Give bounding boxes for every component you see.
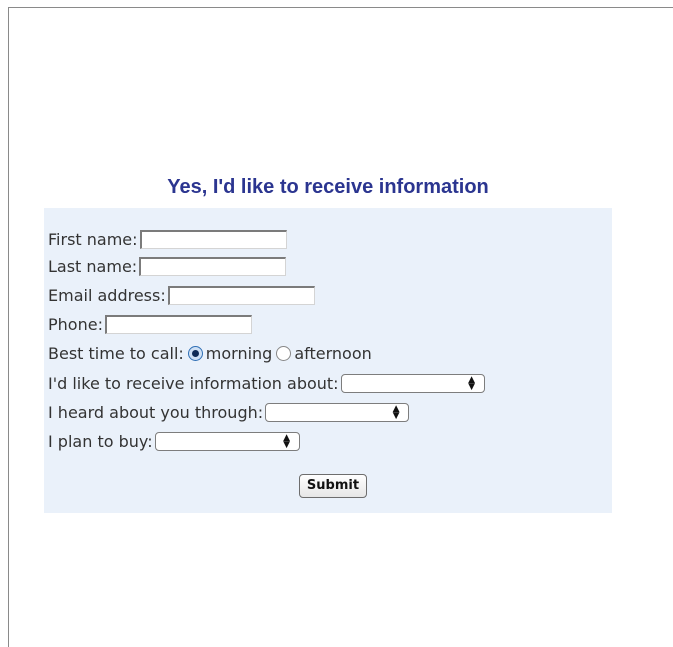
last-name-row: Last name:: [48, 255, 287, 277]
form-heading: Yes, I'd like to receive information: [167, 176, 489, 198]
info-about-row: I'd like to receive information about: ▲ ▼: [48, 372, 485, 394]
afternoon-option-label: afternoon: [294, 343, 372, 363]
last-name-label: Last name:: [48, 256, 138, 276]
first-name-row: First name:: [48, 228, 287, 250]
morning-option-label: morning: [205, 343, 273, 363]
best-time-label: Best time to call:: [48, 343, 184, 363]
plan-to-buy-row: I plan to buy: ▲ ▼: [48, 430, 300, 452]
email-field[interactable]: [167, 286, 315, 305]
email-label: Email address:: [48, 285, 166, 305]
heard-through-row: I heard about you through: ▲ ▼: [48, 401, 410, 423]
up-down-arrows-icon: ▲ ▼: [392, 404, 400, 421]
info-about-label: I'd like to receive information about:: [48, 373, 339, 393]
last-name-field[interactable]: [139, 257, 287, 276]
info-about-select[interactable]: ▲ ▼: [340, 374, 485, 393]
phone-row: Phone:: [48, 313, 252, 335]
afternoon-radio[interactable]: [276, 346, 292, 361]
submit-button[interactable]: Submit: [299, 474, 367, 498]
first-name-field[interactable]: [139, 230, 287, 249]
morning-radio[interactable]: [187, 346, 203, 361]
plan-to-buy-select[interactable]: ▲ ▼: [154, 432, 300, 451]
best-time-row: Best time to call: morning afternoon: [48, 342, 372, 364]
up-down-arrows-icon: ▲ ▼: [468, 375, 476, 392]
phone-label: Phone:: [48, 314, 103, 334]
heard-through-label: I heard about you through:: [48, 402, 264, 422]
plan-to-buy-label: I plan to buy:: [48, 431, 153, 451]
phone-field[interactable]: [104, 315, 252, 334]
email-row: Email address:: [48, 284, 315, 306]
first-name-label: First name:: [48, 229, 138, 249]
up-down-arrows-icon: ▲ ▼: [283, 433, 291, 450]
heard-through-select[interactable]: ▲ ▼: [265, 403, 410, 422]
